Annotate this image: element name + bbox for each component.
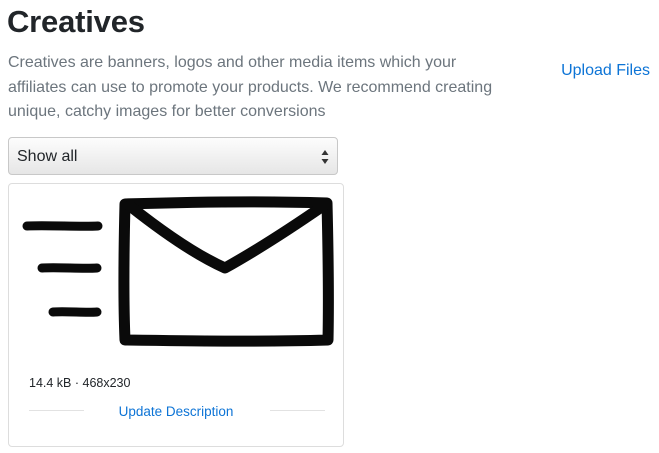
update-description-link[interactable]: Update Description [9, 404, 343, 420]
select-arrows-icon [321, 150, 329, 164]
page-description: Creatives are banners, logos and other m… [8, 54, 493, 120]
mail-envelope-icon [22, 196, 334, 347]
filter-selected-value: Show all [17, 148, 78, 165]
upload-files-link[interactable]: Upload Files [561, 61, 650, 81]
creatives-filter-select[interactable]: Show all [8, 137, 338, 175]
divider [270, 410, 325, 411]
creatives-page: Creatives Creatives are banners, logos a… [0, 0, 659, 453]
page-title: Creatives [7, 4, 145, 39]
creative-card: 14.4 kB · 468x230 Update Description [8, 183, 344, 447]
creative-meta: 14.4 kB · 468x230 [29, 376, 131, 390]
